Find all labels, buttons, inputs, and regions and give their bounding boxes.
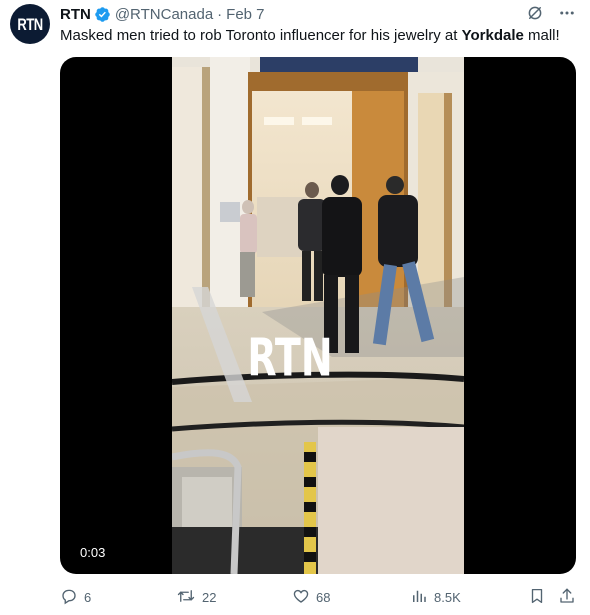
reply-button[interactable]: 6 (60, 587, 91, 608)
like-count: 68 (316, 590, 331, 605)
author-handle[interactable]: @RTNCanada (115, 6, 213, 23)
retweet-count: 22 (202, 590, 217, 605)
like-button[interactable]: 68 (292, 587, 330, 608)
tweet-text-end: mall! (523, 27, 560, 44)
avatar-text: RTN (17, 14, 43, 34)
like-icon (292, 587, 310, 608)
verified-badge-icon (94, 6, 111, 23)
reply-count: 6 (84, 590, 92, 605)
separator-dot: · (217, 5, 223, 23)
video-timestamp: 0:03 (80, 545, 106, 560)
reply-icon (60, 587, 78, 608)
retweet-icon (176, 587, 196, 608)
video-player[interactable]: RTN 0:03 (60, 57, 576, 574)
bookmark-button[interactable] (528, 587, 546, 608)
tweet-header: RTN @RTNCanada · Feb 7 (60, 4, 265, 24)
video-watermark: RTN (247, 328, 332, 388)
tweet-text: Masked men tried to rob Toronto influenc… (60, 26, 560, 46)
author-name[interactable]: RTN (60, 6, 91, 23)
tweet-text-bold: Yorkdale (461, 27, 524, 44)
tweet-text-start: Masked men tried to rob Toronto influenc… (60, 27, 462, 44)
avatar[interactable]: RTN (10, 4, 50, 44)
tweet-date[interactable]: Feb 7 (226, 6, 264, 23)
views-icon (410, 587, 428, 608)
retweet-button[interactable]: 22 (176, 587, 216, 608)
tweet-top-actions (526, 4, 576, 22)
share-icon (558, 587, 576, 608)
grok-icon[interactable] (526, 4, 544, 22)
view-count: 8.5K (434, 590, 461, 605)
more-icon[interactable] (558, 4, 576, 22)
tweet-actions-bar: 6 22 68 8.5K (60, 587, 580, 609)
bookmark-icon (528, 587, 546, 608)
views-button[interactable]: 8.5K (410, 587, 461, 608)
share-button[interactable] (558, 587, 576, 608)
video-frame: RTN (172, 57, 464, 574)
